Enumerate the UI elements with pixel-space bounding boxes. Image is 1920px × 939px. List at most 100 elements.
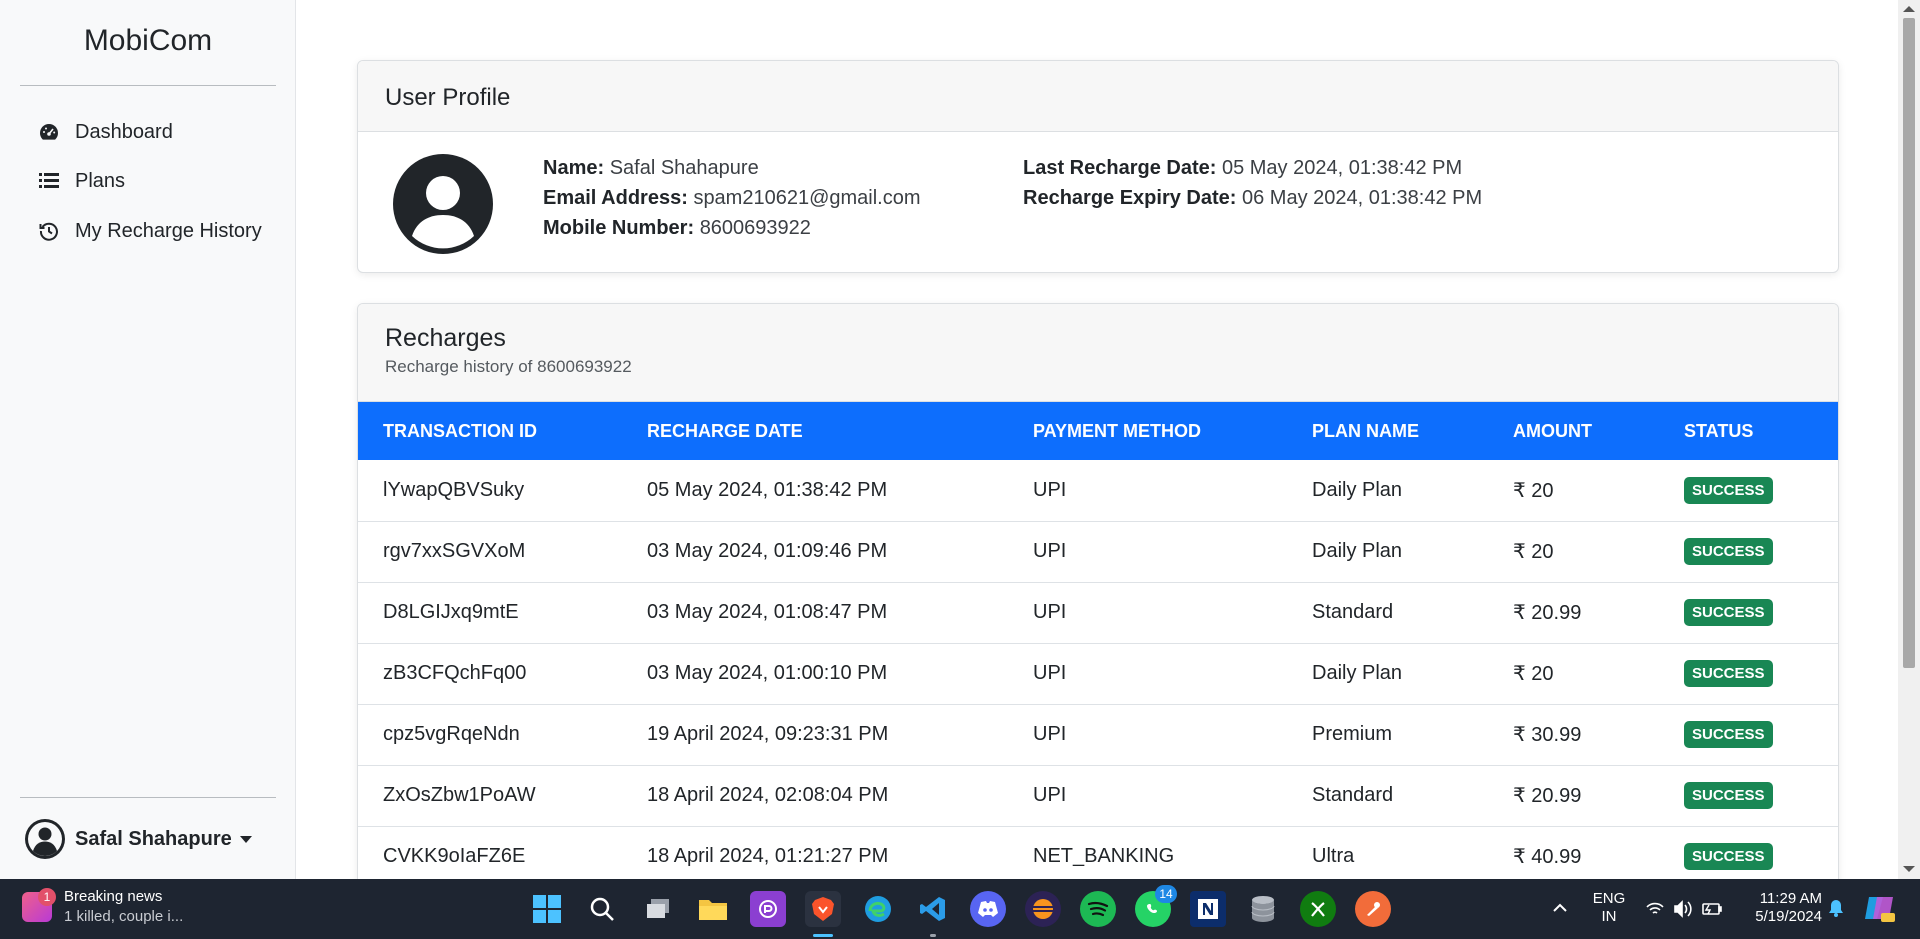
status-cell: SUCCESS <box>1659 460 1838 521</box>
show-hidden-icons-chevron-icon[interactable] <box>1548 879 1572 939</box>
xbox-icon[interactable] <box>1300 891 1336 927</box>
last-recharge-row: Last Recharge Date: 05 May 2024, 01:38:4… <box>1023 157 1462 180</box>
last-recharge-date: 05 May 2024, 01:38:42 PM <box>1221 157 1463 179</box>
vscode-icon[interactable] <box>915 891 951 927</box>
amount-cell: ₹ 20.99 <box>1513 602 1582 624</box>
table-row: cpz5vgRqeNdn 19 April 2024, 09:23:31 PM UP… <box>358 704 1838 765</box>
recharges-subtitle: Recharge history of 8600693922 <box>385 357 632 376</box>
payment-method-cell: UPI <box>1033 662 1067 684</box>
file-explorer-icon[interactable] <box>695 891 731 927</box>
sidebar: MobiCom Dashboard Plans My Recharge Hist… <box>0 0 296 879</box>
scroll-down-arrow-icon[interactable] <box>1903 866 1915 872</box>
dashboard-gauge-icon <box>38 121 60 143</box>
postman-icon[interactable] <box>1355 891 1391 927</box>
brave-browser-icon[interactable] <box>805 891 841 927</box>
windows-taskbar: 1 Breaking news 1 killed, couple i... 14… <box>0 879 1920 939</box>
payment-method-cell: UPI <box>1033 478 1067 501</box>
transaction-id-cell: zB3CFQchFq00 <box>383 662 527 684</box>
spotify-icon[interactable] <box>1080 891 1116 927</box>
transaction-id-cell: rgv7xxSGVXoM <box>383 540 526 562</box>
sidebar-item-recharge-history[interactable]: My Recharge History <box>38 216 262 246</box>
sidebar-item-label: My Recharge History <box>75 219 262 242</box>
windows-start-icon[interactable] <box>529 891 565 927</box>
column-header: AMOUNT <box>1513 420 1592 441</box>
plan-name-cell: Standard <box>1312 784 1394 806</box>
expiry-label: Recharge Expiry Date: <box>1023 187 1237 209</box>
status-badge: SUCCESS <box>1684 782 1773 809</box>
recharge-date-cell: 18 April 2024, 02:08:04 PM <box>647 784 889 806</box>
active-app-indicator <box>813 934 833 937</box>
user-dropdown[interactable]: Safal Shahapure <box>24 818 252 860</box>
transaction-id-cell: lYwapQBVSuky <box>383 478 525 501</box>
status-cell: SUCCESS <box>1659 765 1838 826</box>
status-badge: SUCCESS <box>1684 476 1773 504</box>
plan-name-cell: Standard <box>1312 601 1394 623</box>
transaction-id-cell: cpz5vgRqeNdn <box>383 723 520 745</box>
news-widget[interactable]: 1 Breaking news 1 killed, couple i... <box>22 887 183 927</box>
notion-n-icon[interactable] <box>1190 891 1226 927</box>
task-view-icon[interactable] <box>640 891 676 927</box>
expiry-date: 06 May 2024, 01:38:42 PM <box>1241 187 1483 209</box>
status-cell: SUCCESS <box>1659 704 1838 765</box>
scrollbar-thumb[interactable] <box>1903 18 1915 668</box>
amount-cell: ₹ 40.99 <box>1513 846 1582 868</box>
column-header: TRANSACTION ID <box>383 420 537 441</box>
status-cell: SUCCESS <box>1659 826 1838 887</box>
caret-down-icon <box>239 835 252 843</box>
database-icon[interactable] <box>1245 891 1281 927</box>
column-header: RECHARGE DATE <box>647 420 803 441</box>
profile-email: spam210621@gmail.com <box>693 187 921 209</box>
recharge-date-cell: 03 May 2024, 01:08:47 PM <box>647 601 888 623</box>
eclipse-icon[interactable] <box>1025 891 1061 927</box>
table-row: ZxOsZbw1PoAW 18 April 2024, 02:08:04 PM UP… <box>358 765 1838 826</box>
search-icon[interactable] <box>584 891 620 927</box>
last-recharge-label: Last Recharge Date: <box>1023 157 1217 179</box>
user-profile-card: User Profile Name: Safal Shahapure Email… <box>357 60 1839 273</box>
edge-browser-icon[interactable] <box>860 891 896 927</box>
copilot-icon[interactable] <box>1862 879 1896 939</box>
table-row: rgv7xxSGVXoM 03 May 2024, 01:09:46 PM UPI D… <box>358 521 1838 582</box>
amount-cell: ₹ 30.99 <box>1513 724 1582 746</box>
brand-title[interactable]: MobiCom <box>20 24 276 58</box>
whatsapp-icon[interactable]: 14 <box>1135 885 1177 927</box>
table-row: D8LGIJxq9mtE 03 May 2024, 01:08:47 PM UPI S… <box>358 582 1838 643</box>
news-widget-icon: 1 <box>22 888 56 922</box>
recharges-title: Recharges <box>385 324 506 352</box>
amount-cell: ₹ 20 <box>1513 479 1554 502</box>
language-region: IN <box>1601 908 1617 925</box>
plan-name-cell: Daily Plan <box>1312 540 1403 562</box>
clock[interactable]: 11:29 AM 5/19/2024 <box>1738 879 1822 939</box>
language-indicator[interactable]: ENG IN <box>1588 879 1630 939</box>
status-cell: SUCCESS <box>1659 582 1838 643</box>
scroll-up-arrow-icon[interactable] <box>1903 6 1915 12</box>
recharge-date-cell: 18 April 2024, 01:21:27 PM <box>647 845 889 867</box>
payment-method-cell: UPI <box>1033 601 1067 623</box>
system-tray[interactable] <box>1645 879 1725 939</box>
table-header-row: TRANSACTION ID RECHARGE DATE PAYMENT MET… <box>358 402 1838 460</box>
notification-bell-icon[interactable] <box>1826 879 1846 939</box>
column-header: PAYMENT METHOD <box>1033 420 1202 441</box>
recharge-date-cell: 03 May 2024, 01:09:46 PM <box>647 540 888 562</box>
payment-method-cell: NET_BANKING <box>1033 845 1175 867</box>
history-icon <box>38 220 60 242</box>
plan-name-cell: Daily Plan <box>1312 478 1403 501</box>
status-badge: SUCCESS <box>1684 538 1773 565</box>
proton-pass-icon[interactable] <box>750 891 786 927</box>
clock-time: 11:29 AM <box>1759 890 1822 907</box>
column-header: STATUS <box>1684 420 1754 441</box>
transaction-id-cell: CVKK9oIaFZ6E <box>383 845 526 867</box>
profile-name: Safal Shahapure <box>609 157 759 179</box>
recharge-date-cell: 05 May 2024, 01:38:42 PM <box>647 478 888 501</box>
column-header: PLAN NAME <box>1312 420 1419 441</box>
profile-email-row: Email Address: spam210621@gmail.com <box>543 187 921 210</box>
recharge-date-cell: 03 May 2024, 01:00:10 PM <box>647 662 888 684</box>
discord-icon[interactable] <box>970 891 1006 927</box>
sidebar-item-dashboard[interactable]: Dashboard <box>38 117 173 147</box>
sidebar-item-plans[interactable]: Plans <box>38 166 125 196</box>
avatar-icon <box>24 818 66 860</box>
whatsapp-badge: 14 <box>1155 885 1177 903</box>
clock-date: 5/19/2024 <box>1755 908 1822 925</box>
expiry-row: Recharge Expiry Date: 06 May 2024, 01:38… <box>1023 187 1482 210</box>
news-title: Breaking news <box>64 888 163 905</box>
running-app-indicator <box>930 934 936 937</box>
